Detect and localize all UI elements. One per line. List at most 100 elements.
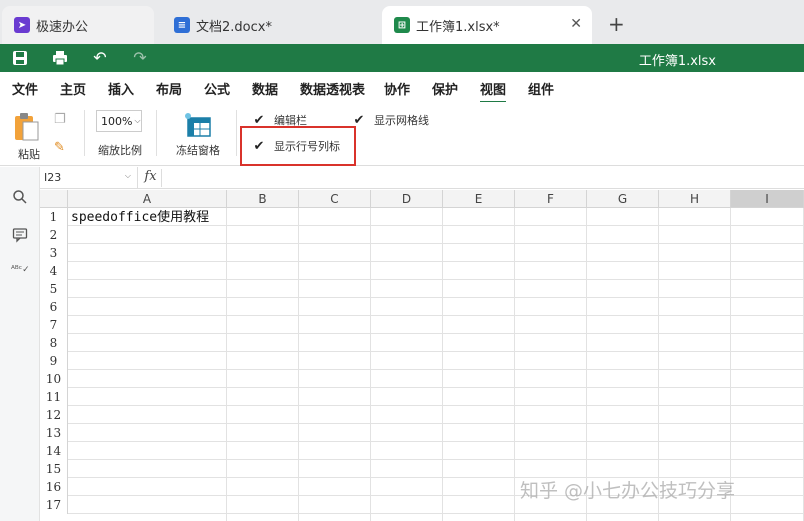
column-gridline [514, 208, 515, 521]
column-header-f[interactable]: F [515, 190, 587, 208]
row-header-12[interactable]: 12 [40, 406, 68, 424]
column-header-i[interactable]: I [731, 190, 804, 208]
column-header-g[interactable]: G [587, 190, 659, 208]
column-header-c[interactable]: C [299, 190, 371, 208]
close-tab-icon[interactable]: ✕ [570, 16, 582, 32]
row-gridline [68, 351, 804, 352]
paste-label: 粘贴 [18, 148, 40, 161]
tab-home[interactable]: ➤ 极速办公 [2, 6, 154, 44]
name-box-value: I23 [44, 171, 62, 184]
copy-icon[interactable]: ❐ [54, 112, 70, 128]
row-gridline [68, 459, 804, 460]
row-gridline [68, 261, 804, 262]
row-header-3[interactable]: 3 [40, 244, 68, 262]
row-gridline [68, 279, 804, 280]
row-header-14[interactable]: 14 [40, 442, 68, 460]
menu-file[interactable]: 文件 [12, 79, 38, 98]
spellcheck-icon[interactable]: ᴬᴮᶜ✓ [11, 265, 30, 283]
tab-label: 工作簿1.xlsx* [416, 19, 500, 35]
menu-formula[interactable]: 公式 [204, 79, 230, 98]
column-gridline [370, 208, 371, 521]
rocket-icon: ➤ [14, 17, 30, 33]
paste-icon[interactable] [14, 112, 40, 142]
ribbon-divider [156, 110, 157, 156]
browser-tab-bar: ➤ 极速办公 ≡ 文档2.docx* ⊞ 工作簿1.xlsx* ✕ + [0, 0, 804, 44]
menu-plugins[interactable]: 组件 [528, 79, 554, 98]
menu-data[interactable]: 数据 [252, 79, 278, 98]
format-painter-icon[interactable]: ✎ [54, 140, 70, 156]
cell-a1[interactable]: speedoffice使用教程 [71, 209, 209, 227]
column-header-d[interactable]: D [371, 190, 443, 208]
row-gridline [68, 405, 804, 406]
freeze-panes-label: 冻结窗格 [176, 144, 220, 157]
column-header-a[interactable]: A [68, 190, 227, 208]
row-gridline [68, 423, 804, 424]
row-header-8[interactable]: 8 [40, 334, 68, 352]
gridlines-checkbox[interactable]: ✔ 显示网格线 [352, 112, 429, 128]
row-gridline [68, 369, 804, 370]
menu-pivot-table[interactable]: 数据透视表 [300, 79, 365, 98]
row-header-5[interactable]: 5 [40, 280, 68, 298]
row-gridline [68, 513, 804, 514]
zoom-value: 100% [101, 114, 133, 128]
column-header-h[interactable]: H [659, 190, 731, 208]
watermark: 知乎 @小七办公技巧分享 [520, 480, 736, 502]
menu-protect[interactable]: 保护 [432, 79, 458, 98]
row-header-16[interactable]: 16 [40, 478, 68, 496]
function-icon[interactable]: fx [140, 169, 162, 187]
undo-icon[interactable]: ↶ [92, 50, 108, 66]
ribbon-divider [84, 110, 85, 156]
row-header-2[interactable]: 2 [40, 226, 68, 244]
row-header-15[interactable]: 15 [40, 460, 68, 478]
row-header-13[interactable]: 13 [40, 424, 68, 442]
row-gridline [68, 315, 804, 316]
column-gridline [658, 208, 659, 521]
row-gridline [68, 297, 804, 298]
row-header-6[interactable]: 6 [40, 298, 68, 316]
row-header-11[interactable]: 11 [40, 388, 68, 406]
row-header-1[interactable]: 1 [40, 208, 68, 226]
save-icon[interactable] [12, 50, 28, 66]
name-box[interactable]: I23 ⌵ [40, 167, 138, 189]
checkmark-icon: ✔ [253, 112, 265, 128]
highlight-box [240, 126, 356, 166]
row-header-7[interactable]: 7 [40, 316, 68, 334]
new-tab-button[interactable]: + [608, 12, 625, 36]
select-all-corner[interactable] [40, 190, 68, 208]
zoom-label: 缩放比例 [98, 144, 142, 157]
search-icon[interactable] [11, 189, 29, 207]
chevron-down-icon: ⌵ [134, 116, 141, 125]
ribbon-divider [236, 110, 237, 156]
ribbon-view: 粘贴 ❐ ✎ 100% ⌵ 缩放比例 冻结窗格 ✔ 编辑栏 ✔ 显示网格线 ✔ … [0, 102, 804, 166]
menu-layout[interactable]: 布局 [156, 79, 182, 98]
column-gridline [730, 208, 731, 521]
spreadsheet-grid[interactable]: A B C D E F G H I 1 2 3 4 5 6 7 8 9 10 11 12 13 14 15 16 17 speedo… [40, 190, 804, 521]
menu-view[interactable]: 视图 [480, 79, 507, 103]
comment-icon[interactable] [11, 227, 29, 245]
row-header-17[interactable]: 17 [40, 496, 68, 514]
redo-icon[interactable]: ↷ [132, 50, 148, 66]
menu-collaborate[interactable]: 协作 [384, 79, 410, 98]
column-gridline [586, 208, 587, 521]
menu-home[interactable]: 主页 [60, 79, 86, 98]
zoom-select[interactable]: 100% ⌵ [96, 110, 142, 132]
freeze-panes-icon[interactable] [184, 112, 212, 138]
formula-bar: I23 ⌵ fx [40, 167, 804, 189]
print-icon[interactable] [52, 50, 68, 66]
row-header-9[interactable]: 9 [40, 352, 68, 370]
tab-workbook[interactable]: ⊞ 工作簿1.xlsx* ✕ [382, 6, 592, 44]
column-gridline [298, 208, 299, 521]
column-header-b[interactable]: B [227, 190, 299, 208]
checkmark-icon: ✔ [353, 112, 365, 128]
row-header-4[interactable]: 4 [40, 262, 68, 280]
column-header-e[interactable]: E [443, 190, 515, 208]
title-bar: ↶ ↷ 工作簿1.xlsx [0, 44, 804, 72]
row-gridline [68, 243, 804, 244]
sheet-icon: ⊞ [394, 17, 410, 33]
document-title: 工作簿1.xlsx [638, 54, 716, 69]
row-gridline [68, 333, 804, 334]
tab-document[interactable]: ≡ 文档2.docx* [162, 6, 372, 44]
chevron-down-icon: ⌵ [124, 171, 131, 180]
menu-insert[interactable]: 插入 [108, 79, 134, 98]
row-header-10[interactable]: 10 [40, 370, 68, 388]
